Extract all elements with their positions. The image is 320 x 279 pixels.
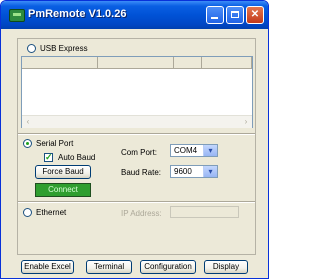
usb-express-label[interactable]: USB Express <box>40 44 88 53</box>
baud-rate-value: 9600 <box>174 167 192 176</box>
main-window: PmRemote V1.0.26 ✕ USB Express ‹ › Seria… <box>0 0 269 279</box>
window-title: PmRemote V1.0.26 <box>28 8 127 20</box>
ip-address-label: IP Address: <box>121 209 162 218</box>
scroll-left-icon[interactable]: ‹ <box>22 116 34 128</box>
minimize-icon <box>211 17 218 19</box>
com-port-value: COM4 <box>174 146 198 155</box>
device-list-header <box>22 57 252 69</box>
baud-rate-label: Baud Rate: <box>121 168 162 177</box>
column-header[interactable] <box>202 57 252 68</box>
auto-baud-label[interactable]: Auto Baud <box>58 153 95 162</box>
ip-address-field[interactable] <box>170 206 239 218</box>
close-button[interactable]: ✕ <box>246 6 264 24</box>
force-baud-button[interactable]: Force Baud <box>35 165 91 179</box>
com-port-label: Com Port: <box>121 148 158 157</box>
terminal-button[interactable]: Terminal <box>86 260 132 274</box>
scroll-right-icon[interactable]: › <box>240 116 252 128</box>
maximize-icon <box>231 11 239 18</box>
chevron-down-icon[interactable]: ▾ <box>203 166 217 177</box>
horizontal-scrollbar[interactable]: ‹ › <box>22 115 252 128</box>
checkmark-icon: ✓ <box>45 152 53 162</box>
chevron-down-icon[interactable]: ▾ <box>203 145 217 156</box>
connect-button[interactable]: Connect <box>35 183 91 197</box>
baud-rate-select[interactable]: 9600 ▾ <box>170 165 218 178</box>
enable-excel-button[interactable]: Enable Excel <box>21 260 74 274</box>
minimize-button[interactable] <box>206 6 224 24</box>
divider <box>18 133 255 135</box>
app-icon <box>9 9 25 22</box>
serial-port-label[interactable]: Serial Port <box>36 139 73 148</box>
auto-baud-checkbox[interactable]: ✓ <box>44 152 53 162</box>
maximize-button[interactable] <box>226 6 244 24</box>
usb-express-radio[interactable] <box>27 44 36 53</box>
com-port-select[interactable]: COM4 ▾ <box>170 144 218 157</box>
ethernet-label[interactable]: Ethernet <box>36 208 66 217</box>
divider <box>18 201 255 203</box>
column-header[interactable] <box>174 57 202 68</box>
column-header[interactable] <box>22 57 98 68</box>
serial-port-radio[interactable] <box>23 139 32 148</box>
column-header[interactable] <box>98 57 174 68</box>
device-list[interactable]: ‹ › <box>21 56 253 128</box>
title-bar[interactable]: PmRemote V1.0.26 ✕ <box>1 1 268 29</box>
display-button[interactable]: Display <box>204 260 248 274</box>
close-icon: ✕ <box>250 9 260 20</box>
ethernet-radio[interactable] <box>23 208 32 217</box>
configuration-button[interactable]: Configuration <box>140 260 196 274</box>
